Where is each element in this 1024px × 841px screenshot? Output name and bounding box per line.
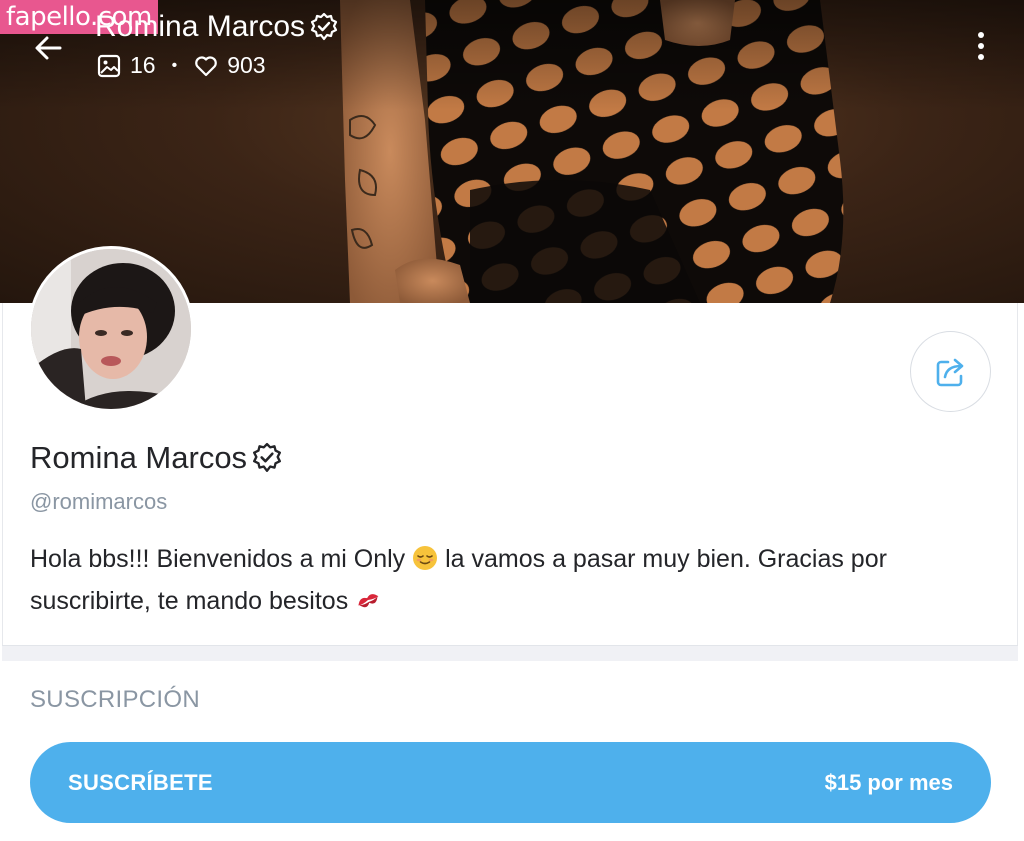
profile-name-text: Romina Marcos bbox=[30, 440, 248, 475]
header-stats: 16 • 903 bbox=[96, 52, 266, 79]
back-button[interactable] bbox=[28, 28, 68, 68]
heart-icon bbox=[195, 55, 218, 76]
profile-name: Romina Marcos bbox=[30, 440, 283, 476]
subscribe-button[interactable]: SUSCRÍBETE $15 por mes bbox=[30, 742, 991, 823]
bio-text-1: Hola bbs!!! Bienvenidos a mi Only bbox=[30, 545, 413, 573]
avatar[interactable] bbox=[28, 246, 194, 412]
header-title: Romina Marcos bbox=[95, 10, 339, 44]
share-button[interactable] bbox=[910, 331, 991, 412]
kiss-mark-emoji bbox=[358, 594, 379, 608]
media-count: 16 bbox=[130, 52, 156, 78]
subscription-section-title: SUSCRIPCIÓN bbox=[30, 686, 200, 713]
share-icon bbox=[936, 358, 963, 386]
relieved-face-emoji bbox=[413, 546, 438, 570]
subscribe-price: $15 por mes bbox=[824, 769, 953, 795]
likes-count: 903 bbox=[227, 52, 266, 78]
stat-separator: • bbox=[171, 56, 178, 74]
header-name: Romina Marcos bbox=[95, 10, 306, 43]
avatar-photo bbox=[31, 249, 191, 409]
profile-handle[interactable]: @romimarcos bbox=[30, 489, 167, 515]
subscribe-button-label: SUSCRÍBETE bbox=[68, 769, 213, 795]
profile-bio: Hola bbs!!! Bienvenidos a mi Only la vam… bbox=[30, 538, 990, 622]
image-icon bbox=[97, 54, 121, 77]
section-divider bbox=[2, 645, 1018, 661]
arrow-left-icon bbox=[35, 36, 62, 60]
more-vertical-icon[interactable] bbox=[962, 24, 1000, 68]
verified-badge-icon bbox=[253, 442, 282, 472]
verified-badge-icon bbox=[310, 12, 338, 41]
